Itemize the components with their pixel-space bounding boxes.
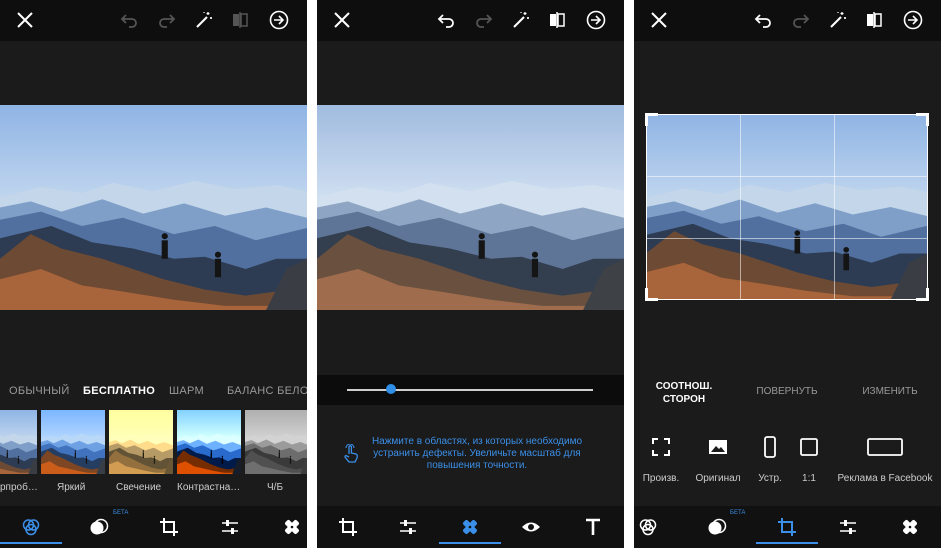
close-icon[interactable] — [331, 9, 353, 31]
adjust-icon[interactable] — [397, 516, 419, 538]
ratio-label: Произв. — [642, 473, 680, 484]
healing-hint: Нажмите в областях, из которых необходим… — [371, 436, 583, 471]
filters-icon[interactable] — [20, 516, 42, 538]
ratio-original[interactable]: Оригинал — [690, 435, 746, 484]
crop-screen: СООТНОШ. СТОРОН ПОВЕРНУТЬ ИЗМЕНИТЬ Произ… — [634, 0, 941, 548]
tab-white-balance[interactable]: БАЛАНС БЕЛОГО — [227, 385, 307, 397]
healing-icon[interactable] — [459, 516, 481, 538]
redo-icon[interactable] — [156, 9, 178, 31]
bottom-toolbar — [317, 506, 624, 548]
active-tab-indicator — [439, 542, 501, 544]
tab-free[interactable]: БЕСПЛАТНО — [83, 385, 155, 397]
healing-icon[interactable] — [899, 516, 921, 538]
crop-icon[interactable] — [776, 516, 798, 538]
next-arrow-icon[interactable] — [902, 9, 924, 31]
undo-icon[interactable] — [752, 9, 774, 31]
filter-thumb[interactable] — [109, 410, 173, 474]
filter-label: Контрастна… — [177, 482, 241, 493]
ratio-device[interactable]: Устр. — [748, 435, 792, 484]
compare-icon[interactable] — [546, 9, 568, 31]
close-icon[interactable] — [648, 9, 670, 31]
photo-canvas[interactable] — [0, 105, 307, 310]
undo-icon[interactable] — [435, 9, 457, 31]
tab-rotate[interactable]: ПОВЕРНУТЬ — [747, 386, 827, 397]
crop-handle[interactable] — [916, 288, 929, 301]
crop-grid-line — [647, 238, 927, 239]
filters-screen: ОБЫЧНЫЙ БЕСПЛАТНО ШАРМ БАЛАНС БЕЛОГО рпр… — [0, 0, 307, 548]
image-icon — [690, 435, 746, 459]
filter-label: Ч/Б — [267, 482, 284, 493]
ratio-facebook-ad[interactable]: Реклама в Facebook — [832, 435, 938, 484]
crop-handle[interactable] — [645, 288, 658, 301]
compare-icon[interactable] — [863, 9, 885, 31]
adjust-icon[interactable] — [837, 516, 859, 538]
eye-icon[interactable] — [520, 516, 542, 538]
bottom-toolbar: БЕТА — [634, 506, 941, 548]
crop-frame[interactable] — [645, 113, 929, 301]
redo-icon[interactable] — [790, 9, 812, 31]
bottom-toolbar: БЕТА — [0, 506, 307, 548]
ratio-square[interactable]: 1:1 — [792, 435, 826, 484]
top-toolbar — [634, 0, 941, 41]
crop-grid-line — [647, 176, 927, 177]
next-arrow-icon[interactable] — [585, 9, 607, 31]
square-icon — [792, 435, 826, 459]
ratio-label: Реклама в Facebook — [837, 473, 933, 484]
magic-wand-icon[interactable] — [510, 9, 532, 31]
crop-handle[interactable] — [645, 113, 658, 126]
healing-screen: Нажмите в областях, из которых необходим… — [317, 0, 624, 548]
crop-grid-line — [834, 115, 835, 299]
filter-label: Яркий — [57, 482, 86, 493]
wide-rect-icon — [832, 435, 938, 459]
active-tab-indicator — [0, 542, 62, 544]
free-crop-icon — [634, 435, 688, 459]
filter-thumb[interactable] — [0, 410, 37, 474]
compare-icon[interactable] — [229, 9, 251, 31]
tab-charm[interactable]: ШАРМ — [169, 385, 204, 397]
tab-transform[interactable]: ИЗМЕНИТЬ — [850, 386, 930, 397]
active-tab-indicator — [756, 542, 818, 544]
looks-icon[interactable] — [706, 516, 728, 538]
filter-thumb[interactable] — [177, 410, 241, 474]
redo-icon[interactable] — [473, 9, 495, 31]
text-icon[interactable] — [582, 516, 604, 538]
filter-tabs: ОБЫЧНЫЙ БЕСПЛАТНО ШАРМ БАЛАНС БЕЛОГО — [0, 381, 307, 403]
undo-icon[interactable] — [118, 9, 140, 31]
adjust-icon[interactable] — [219, 516, 241, 538]
beta-badge: БЕТА — [113, 510, 129, 516]
brush-size-slider[interactable] — [317, 375, 624, 405]
crop-icon[interactable] — [337, 516, 359, 538]
photo-canvas[interactable] — [317, 105, 624, 310]
top-toolbar — [317, 0, 624, 41]
magic-wand-icon[interactable] — [827, 9, 849, 31]
crop-icon[interactable] — [158, 516, 180, 538]
tab-normal[interactable]: ОБЫЧНЫЙ — [9, 385, 70, 397]
filter-thumb[interactable] — [245, 410, 307, 474]
ratio-free[interactable]: Произв. — [634, 435, 688, 484]
crop-grid-line — [740, 115, 741, 299]
phone-icon — [748, 435, 792, 459]
ratio-label: Устр. — [758, 473, 782, 484]
healing-icon[interactable] — [281, 516, 303, 538]
close-icon[interactable] — [14, 9, 36, 31]
tab-aspect-ratio[interactable]: СООТНОШ. СТОРОН — [644, 380, 724, 406]
top-toolbar — [0, 0, 307, 41]
magic-wand-icon[interactable] — [193, 9, 215, 31]
ratio-label: Оригинал — [695, 473, 741, 484]
next-arrow-icon[interactable] — [268, 9, 290, 31]
slider-track[interactable] — [347, 389, 593, 391]
beta-badge: БЕТА — [730, 510, 746, 516]
filters-icon[interactable] — [637, 516, 659, 538]
looks-icon[interactable] — [88, 516, 110, 538]
ratio-label: 1:1 — [802, 473, 816, 484]
crop-handle[interactable] — [916, 113, 929, 126]
slider-knob[interactable] — [386, 384, 397, 394]
filter-thumb[interactable] — [41, 410, 105, 474]
filter-label: рпроб… — [0, 482, 38, 493]
filter-label: Свечение — [116, 482, 162, 493]
